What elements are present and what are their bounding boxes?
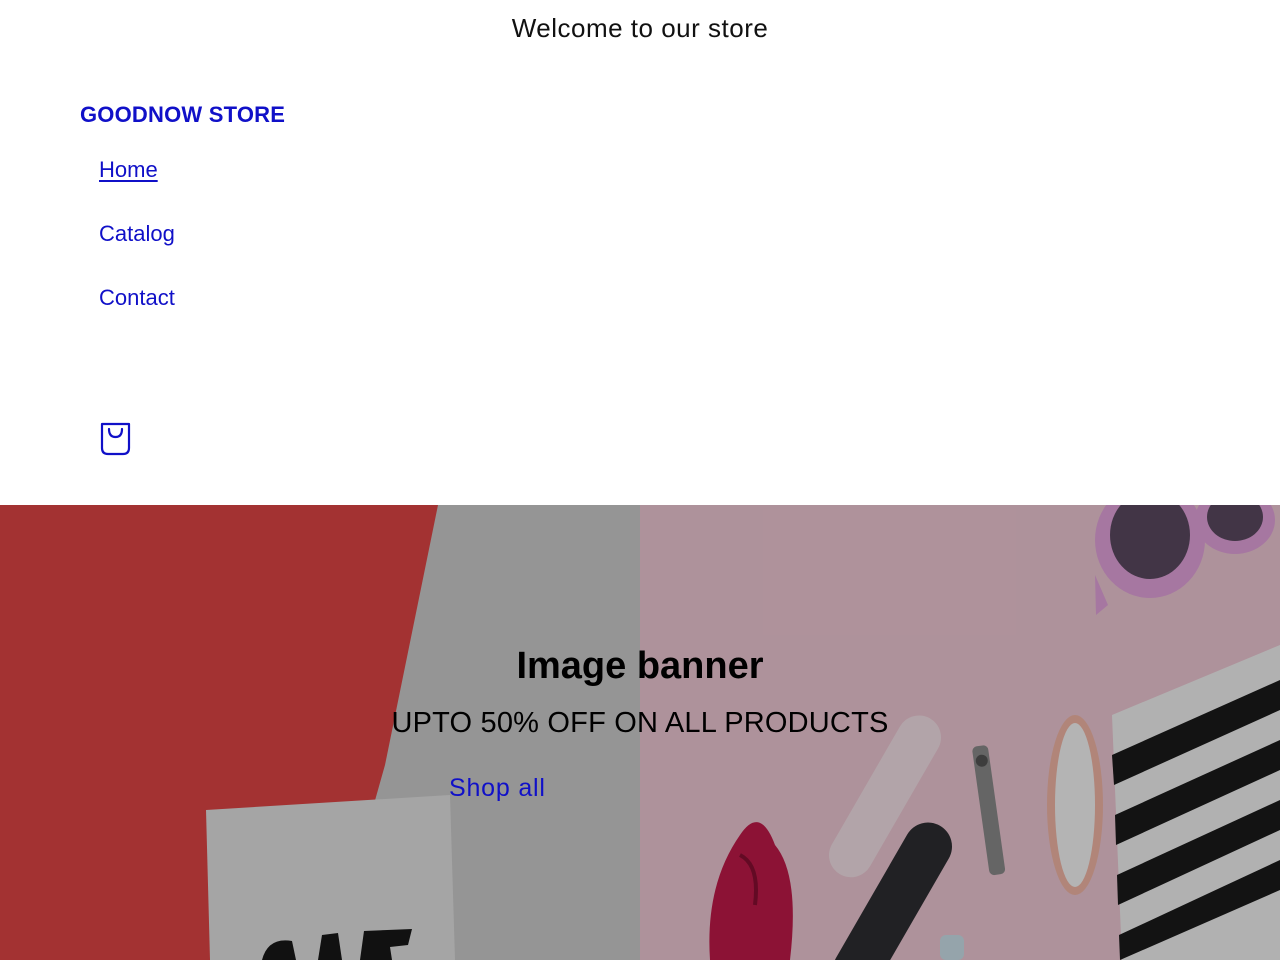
nav-link-contact[interactable]: Contact [99,278,175,318]
banner-heading: Image banner [516,645,764,687]
banner-subheading: UPTO 50% OFF ON ALL PRODUCTS [391,707,889,739]
nav-item-home: Home [99,150,175,214]
nav-item-catalog: Catalog [99,214,175,278]
announcement-bar: Welcome to our store [0,0,1280,56]
cart-button[interactable] [98,421,134,457]
shop-all-button[interactable]: Shop all [449,774,546,803]
shopping-bag-icon [100,422,131,456]
nav-link-catalog[interactable]: Catalog [99,214,175,254]
announcement-text: Welcome to our store [511,12,769,43]
nav-item-contact: Contact [99,278,175,342]
main-navigation: Home Catalog Contact [99,150,175,342]
store-logo-link[interactable]: GOODNOW STORE [80,102,285,128]
banner-content: Image banner UPTO 50% OFF ON ALL PRODUCT… [0,505,1280,960]
nav-link-home[interactable]: Home [99,150,158,190]
image-banner: Image banner UPTO 50% OFF ON ALL PRODUCT… [0,505,1280,960]
